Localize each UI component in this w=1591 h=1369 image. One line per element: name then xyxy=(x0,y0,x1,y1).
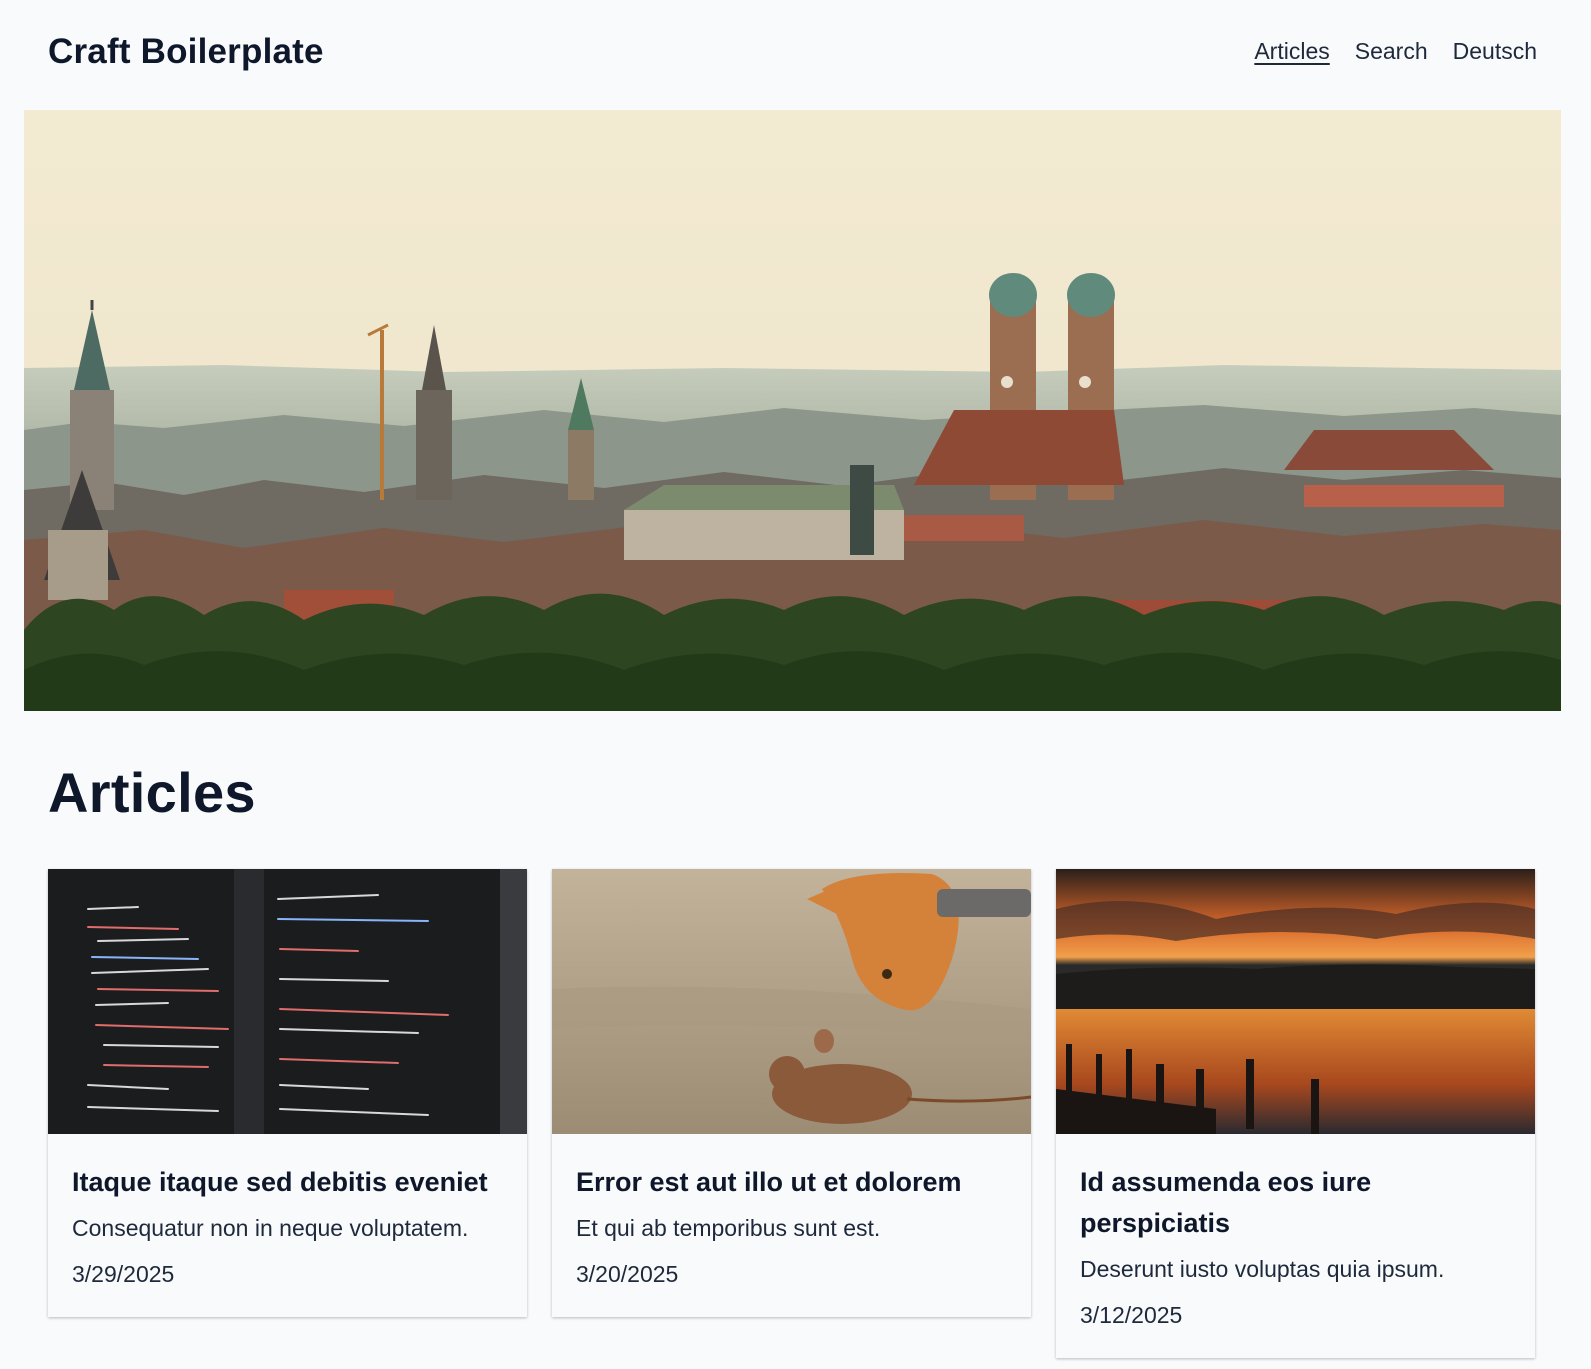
article-date: 3/12/2025 xyxy=(1080,1302,1183,1328)
article-title[interactable]: Itaque itaque sed debitis eveniet xyxy=(72,1162,503,1203)
nav-link-articles[interactable]: Articles xyxy=(1254,38,1329,65)
nav-link-search[interactable]: Search xyxy=(1355,38,1428,65)
main-nav: Articles Search Deutsch xyxy=(1254,38,1537,65)
article-title[interactable]: Id assumenda eos iure perspiciatis xyxy=(1080,1162,1511,1244)
article-image xyxy=(552,869,1031,1134)
article-image xyxy=(48,869,527,1134)
page-title: Articles xyxy=(48,761,256,824)
nav-link-language[interactable]: Deutsch xyxy=(1453,38,1537,65)
article-excerpt: Consequatur non in neque voluptatem. xyxy=(72,1215,469,1241)
article-title[interactable]: Error est aut illo ut et dolorem xyxy=(576,1162,1007,1203)
site-header: Craft Boilerplate Articles Search Deutsc… xyxy=(0,0,1591,110)
article-grid: Itaque itaque sed debitis eveniet Conseq… xyxy=(48,869,1536,1358)
article-card[interactable]: Itaque itaque sed debitis eveniet Conseq… xyxy=(48,869,527,1317)
article-excerpt: Deserunt iusto voluptas quia ipsum. xyxy=(1080,1256,1445,1282)
article-date: 3/20/2025 xyxy=(576,1261,679,1287)
site-title-link[interactable]: Craft Boilerplate xyxy=(48,32,324,72)
article-card[interactable]: Id assumenda eos iure perspiciatis Deser… xyxy=(1056,869,1535,1358)
article-image xyxy=(1056,869,1535,1134)
article-date: 3/29/2025 xyxy=(72,1261,175,1287)
article-excerpt: Et qui ab temporibus sunt est. xyxy=(576,1215,881,1241)
article-card[interactable]: Error est aut illo ut et dolorem Et qui … xyxy=(552,869,1031,1317)
hero-image xyxy=(24,110,1561,711)
